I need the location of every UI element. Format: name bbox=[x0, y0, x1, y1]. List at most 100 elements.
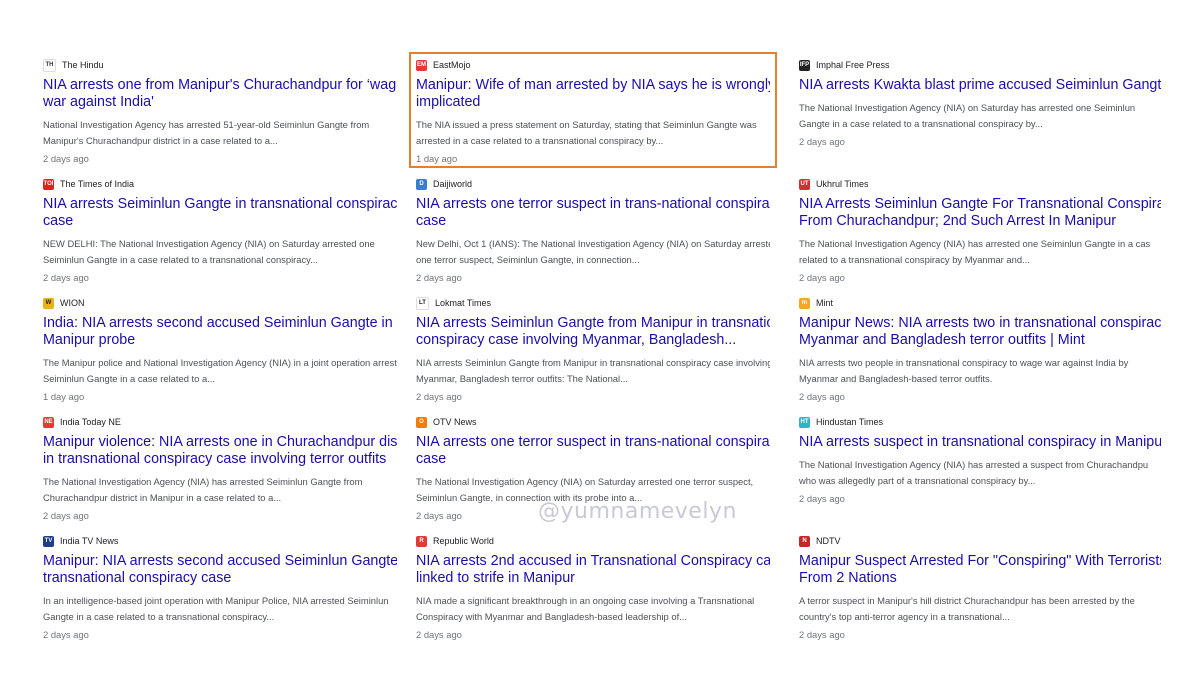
timestamp: 1 day ago bbox=[416, 153, 458, 164]
headline-link[interactable]: NIA arrests Seiminlun Gangte from Manipu… bbox=[416, 315, 770, 349]
news-result-card[interactable]: TOI The Times of India NIA arrests Seiminl… bbox=[36, 171, 404, 290]
news-source[interactable]: TV India TV News bbox=[43, 533, 397, 549]
news-source[interactable]: D Daijiworld bbox=[416, 176, 770, 192]
snippet: The National Investigation Agency (NIA) … bbox=[799, 457, 1161, 489]
news-source[interactable]: TH The Hindu bbox=[43, 57, 397, 73]
snippet-line: NIA made a significant breakthrough in a… bbox=[416, 595, 755, 606]
headline-link[interactable]: NIA arrests 2nd accused in Transnational… bbox=[416, 553, 770, 587]
news-source[interactable]: IFP Imphal Free Press bbox=[799, 57, 1161, 73]
results-column-2: EM EastMojo Manipur: Wife of man arrested … bbox=[409, 52, 777, 647]
headline-line[interactable]: Manipur: Wife of man arrested by NIA say… bbox=[416, 77, 770, 94]
news-result-card[interactable]: TH The Hindu NIA arrests one from Manipur'… bbox=[36, 52, 404, 171]
headline-line[interactable]: Myanmar and Bangladesh terror outfits | … bbox=[799, 332, 1161, 349]
publisher-logo-icon: EM bbox=[416, 59, 427, 71]
headline-link[interactable]: NIA arrests one from Manipur's Churachan… bbox=[43, 77, 397, 111]
headline-line[interactable]: Manipur probe bbox=[43, 332, 397, 349]
headline-link[interactable]: NIA arrests suspect in transnational con… bbox=[799, 434, 1161, 451]
news-result-card[interactable]: m Mint Manipur News: NIA arrests two in tr… bbox=[792, 290, 1168, 409]
headline-line[interactable]: Manipur News: NIA arrests two in transna… bbox=[799, 315, 1161, 332]
headline-line[interactable]: Manipur violence: NIA arrests one in Chu… bbox=[43, 434, 397, 451]
headline-line[interactable]: in transnational conspiracy case involvi… bbox=[43, 451, 397, 468]
news-result-card[interactable]: UT Ukhrul Times NIA Arrests Seiminlun Gang… bbox=[792, 171, 1168, 290]
headline-line[interactable]: Manipur Suspect Arrested For "Conspiring… bbox=[799, 553, 1161, 570]
headline-line[interactable]: NIA arrests one from Manipur's Churachan… bbox=[43, 77, 397, 94]
timestamp: 2 days ago bbox=[799, 391, 845, 402]
timestamp: 2 days ago bbox=[43, 510, 89, 521]
snippet-line: The NIA issued a press statement on Satu… bbox=[416, 119, 757, 130]
headline-link[interactable]: NIA Arrests Seiminlun Gangte For Transna… bbox=[799, 196, 1161, 230]
snippet-line: Seiminlun Gangte in a case related to a … bbox=[43, 254, 318, 265]
news-result-card[interactable]: N NDTV Manipur Suspect Arrested For "Consp… bbox=[792, 528, 1168, 647]
timestamp: 2 days ago bbox=[799, 493, 845, 504]
news-result-card[interactable]: TV India TV News Manipur: NIA arrests seco… bbox=[36, 528, 404, 647]
headline-link[interactable]: Manipur violence: NIA arrests one in Chu… bbox=[43, 434, 397, 468]
headline-link[interactable]: NIA arrests Kwakta blast prime accused S… bbox=[799, 77, 1161, 94]
headline-line[interactable]: NIA Arrests Seiminlun Gangte For Transna… bbox=[799, 196, 1161, 213]
news-source[interactable]: EM EastMojo bbox=[416, 57, 770, 73]
headline-link[interactable]: NIA arrests one terror suspect in trans-… bbox=[416, 434, 770, 468]
snippet-line: NIA arrests Seiminlun Gangte from Manipu… bbox=[416, 357, 770, 368]
source-name: Ukhrul Times bbox=[816, 179, 869, 189]
headline-link[interactable]: Manipur: NIA arrests second accused Seim… bbox=[43, 553, 397, 587]
news-source[interactable]: TOI The Times of India bbox=[43, 176, 397, 192]
headline-line[interactable]: NIA arrests Kwakta blast prime accused S… bbox=[799, 77, 1161, 94]
publisher-logo-icon: N bbox=[799, 535, 810, 547]
source-name: NDTV bbox=[816, 536, 841, 546]
news-source[interactable]: O OTV News bbox=[416, 414, 770, 430]
news-source[interactable]: LT Lokmat Times bbox=[416, 295, 770, 311]
headline-link[interactable]: Manipur News: NIA arrests two in transna… bbox=[799, 315, 1161, 349]
source-name: India TV News bbox=[60, 536, 119, 546]
news-source[interactable]: HT Hindustan Times bbox=[799, 414, 1161, 430]
news-source[interactable]: W WION bbox=[43, 295, 397, 311]
snippet: A terror suspect in Manipur's hill distr… bbox=[799, 593, 1161, 625]
headline-line[interactable]: From Churachandpur; 2nd Such Arrest In M… bbox=[799, 213, 1161, 230]
headline-line[interactable]: conspiracy case involving Myanmar, Bangl… bbox=[416, 332, 770, 349]
publisher-logo-icon: O bbox=[416, 416, 427, 428]
headline-link[interactable]: India: NIA arrests second accused Seimin… bbox=[43, 315, 397, 349]
source-name: The Times of India bbox=[60, 179, 135, 189]
headline-line[interactable]: Manipur: NIA arrests second accused Seim… bbox=[43, 553, 397, 570]
news-result-card[interactable]: D Daijiworld NIA arrests one terror suspec… bbox=[409, 171, 777, 290]
news-result-card[interactable]: LT Lokmat Times NIA arrests Seiminlun Gang… bbox=[409, 290, 777, 409]
news-source[interactable]: NE India Today NE bbox=[43, 414, 397, 430]
headline-line[interactable]: war against India' bbox=[43, 94, 397, 111]
headline-line[interactable]: case bbox=[43, 213, 397, 230]
headline-line[interactable]: NIA arrests Seiminlun Gangte from Manipu… bbox=[416, 315, 770, 332]
news-source[interactable]: R Republic World bbox=[416, 533, 770, 549]
news-result-card[interactable]: IFP Imphal Free Press NIA arrests Kwakta b… bbox=[792, 52, 1168, 171]
headline-line[interactable]: NIA arrests 2nd accused in Transnational… bbox=[416, 553, 770, 570]
news-source[interactable]: UT Ukhrul Times bbox=[799, 176, 1161, 192]
headline-line[interactable]: NIA arrests one terror suspect in trans-… bbox=[416, 196, 770, 213]
headline-line[interactable]: From 2 Nations bbox=[799, 570, 1161, 587]
news-source[interactable]: m Mint bbox=[799, 295, 1161, 311]
headline-line[interactable]: implicated bbox=[416, 94, 770, 111]
snippet-line: The National Investigation Agency (NIA) … bbox=[416, 476, 754, 487]
snippet-line: NEW DELHI: The National Investigation Ag… bbox=[43, 238, 375, 249]
headline-link[interactable]: Manipur: Wife of man arrested by NIA say… bbox=[416, 77, 770, 111]
snippet-line: Myanmar, Bangladesh terror outfits: The … bbox=[416, 373, 628, 384]
snippet-line: The National Investigation Agency (NIA) … bbox=[799, 102, 1136, 113]
news-result-card[interactable]: NE India Today NE Manipur violence: NIA ar… bbox=[36, 409, 404, 528]
news-result-card[interactable]: R Republic World NIA arrests 2nd accused i… bbox=[409, 528, 777, 647]
headline-line[interactable]: NIA arrests one terror suspect in trans-… bbox=[416, 434, 770, 451]
headline-line[interactable]: case bbox=[416, 213, 770, 230]
headline-line[interactable]: NIA arrests Seiminlun Gangte in transnat… bbox=[43, 196, 397, 213]
headline-link[interactable]: NIA arrests one terror suspect in trans-… bbox=[416, 196, 770, 230]
results-column-1: TH The Hindu NIA arrests one from Manipur'… bbox=[36, 52, 404, 647]
source-name: OTV News bbox=[433, 417, 477, 427]
headline-line[interactable]: transnational conspiracy case bbox=[43, 570, 397, 587]
publisher-logo-icon: HT bbox=[799, 416, 810, 428]
headline-link[interactable]: Manipur Suspect Arrested For "Conspiring… bbox=[799, 553, 1161, 587]
watermark: @yumnamevelyn bbox=[538, 499, 737, 524]
timestamp: 1 day ago bbox=[43, 391, 85, 402]
headline-line[interactable]: India: NIA arrests second accused Seimin… bbox=[43, 315, 397, 332]
news-result-card[interactable]: HT Hindustan Times NIA arrests suspect in … bbox=[792, 409, 1168, 528]
headline-line[interactable]: linked to strife in Manipur bbox=[416, 570, 770, 587]
news-result-card[interactable]: EM EastMojo Manipur: Wife of man arrested … bbox=[409, 52, 777, 168]
news-source[interactable]: N NDTV bbox=[799, 533, 1161, 549]
news-result-card[interactable]: W WION India: NIA arrests second accused S… bbox=[36, 290, 404, 409]
headline-line[interactable]: case bbox=[416, 451, 770, 468]
headline-line[interactable]: NIA arrests suspect in transnational con… bbox=[799, 434, 1161, 451]
source-name: Hindustan Times bbox=[816, 417, 884, 427]
headline-link[interactable]: NIA arrests Seiminlun Gangte in transnat… bbox=[43, 196, 397, 230]
